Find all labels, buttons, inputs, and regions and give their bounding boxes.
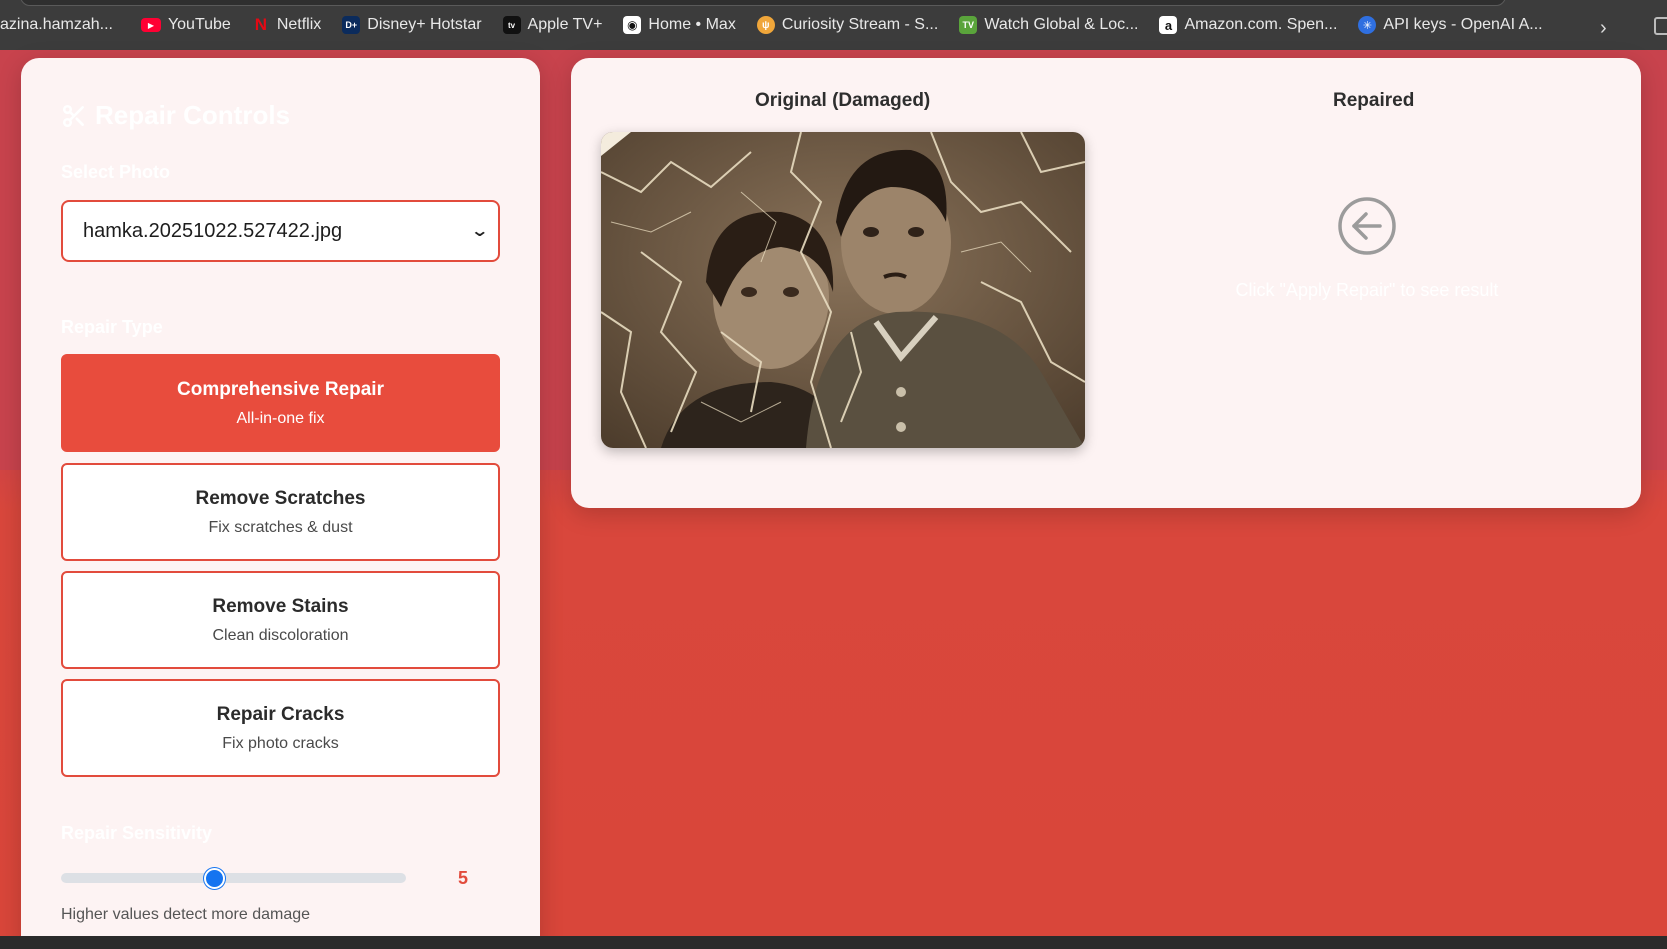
repair-cracks-button[interactable]: Repair Cracks Fix photo cracks [61, 679, 500, 777]
sensitivity-slider-thumb[interactable] [204, 868, 225, 889]
bookmark-label: azina.hamzah... [0, 16, 113, 33]
repair-type-desc: All-in-one fix [236, 409, 325, 427]
bookmarks-bar: azina.hamzah... ▶ YouTube N Netflix D+ D… [0, 0, 1667, 50]
repair-type-desc: Fix photo cracks [222, 734, 339, 752]
arrow-left-circle-icon [1338, 197, 1396, 255]
address-bar[interactable] [20, 0, 1506, 6]
select-photo-label: Select Photo [61, 162, 171, 182]
remove-scratches-button[interactable]: Remove Scratches Fix scratches & dust [61, 463, 500, 561]
repair-type-title: Repair Cracks [216, 703, 345, 725]
sensitivity-label: Repair Sensitivity [61, 823, 213, 843]
bookmark-youtube[interactable]: ▶ YouTube [140, 16, 231, 34]
bookmark-label: Netflix [276, 16, 322, 33]
repair-type-title: Remove Stains [212, 595, 349, 617]
chevron-right-icon[interactable]: › [1600, 17, 1607, 40]
bookmark-label: Amazon.com. Spen... [1184, 16, 1338, 33]
bookmark-label: Home • Max [648, 16, 736, 33]
tab-search-icon[interactable] [1654, 17, 1667, 35]
openai-icon: ✳ [1358, 16, 1377, 34]
comprehensive-repair-button[interactable]: Comprehensive Repair All-in-one fix [61, 354, 500, 452]
photo-select[interactable]: hamka.20251022.527422.jpg ⌄ [61, 200, 500, 262]
bookmark-disney[interactable]: D+ Disney+ Hotstar [342, 16, 482, 34]
disney-icon: D+ [342, 16, 361, 34]
panel-title-text: Repair Controls [95, 100, 291, 130]
bookmark-watch-global[interactable]: TV Watch Global & Loc... [959, 16, 1138, 34]
bookmark-label: Watch Global & Loc... [984, 16, 1139, 33]
amazon-icon: a [1159, 16, 1178, 34]
repair-type-title: Comprehensive Repair [177, 378, 384, 400]
photo-select-value: hamka.20251022.527422.jpg [83, 219, 343, 242]
bookmark-label: YouTube [167, 16, 231, 33]
bookmark-netflix[interactable]: N Netflix [252, 15, 322, 34]
repaired-heading: Repaired [1333, 90, 1415, 111]
bookmark-openai[interactable]: ✳ API keys - OpenAI A... [1358, 16, 1543, 34]
bookmark-label: Curiosity Stream - S... [781, 16, 939, 33]
original-photo [601, 132, 1085, 448]
damaged-photo-image [601, 132, 1085, 448]
repair-type-title: Remove Scratches [195, 487, 366, 509]
bookmark-appletv[interactable]: tv Apple TV+ [502, 16, 603, 34]
youtube-icon: ▶ [140, 18, 161, 32]
bookmark-label: Apple TV+ [527, 16, 603, 33]
scissors-icon [62, 104, 84, 127]
appletv-icon: tv [502, 16, 521, 34]
sensitivity-slider-track[interactable] [61, 873, 406, 883]
repair-type-desc: Clean discoloration [212, 626, 349, 644]
repair-type-label: Repair Type [61, 317, 163, 337]
repaired-placeholder-text: Click "Apply Repair" to see result [1235, 280, 1499, 300]
bookmark-amazon[interactable]: a Amazon.com. Spen... [1159, 16, 1337, 34]
bookmark-label: Disney+ Hotstar [367, 16, 482, 33]
max-icon: ◉ [623, 16, 642, 34]
sensitivity-value: 5 [458, 868, 469, 888]
bookmark-label: API keys - OpenAI A... [1383, 16, 1543, 33]
sensitivity-hint: Higher values detect more damage [61, 906, 311, 923]
netflix-icon: N [254, 15, 267, 34]
repair-controls-panel: Repair Controls Select Photo hamka.20251… [21, 58, 540, 948]
repair-type-desc: Fix scratches & dust [208, 518, 353, 536]
taskbar [0, 936, 1667, 949]
preview-panel: Original (Damaged) Repaired Click "Apply… [571, 58, 1641, 508]
bookmark-account[interactable]: azina.hamzah... [0, 16, 113, 34]
original-heading: Original (Damaged) [755, 90, 931, 111]
panel-title: Repair Controls [61, 100, 290, 131]
chevron-down-icon: ⌄ [469, 223, 489, 240]
bookmark-max[interactable]: ◉ Home • Max [623, 16, 736, 34]
tv-icon: TV [959, 16, 978, 34]
remove-stains-button[interactable]: Remove Stains Clean discoloration [61, 571, 500, 669]
curiosity-icon: ψ [756, 16, 775, 34]
bookmark-curiosity[interactable]: ψ Curiosity Stream - S... [756, 16, 939, 34]
